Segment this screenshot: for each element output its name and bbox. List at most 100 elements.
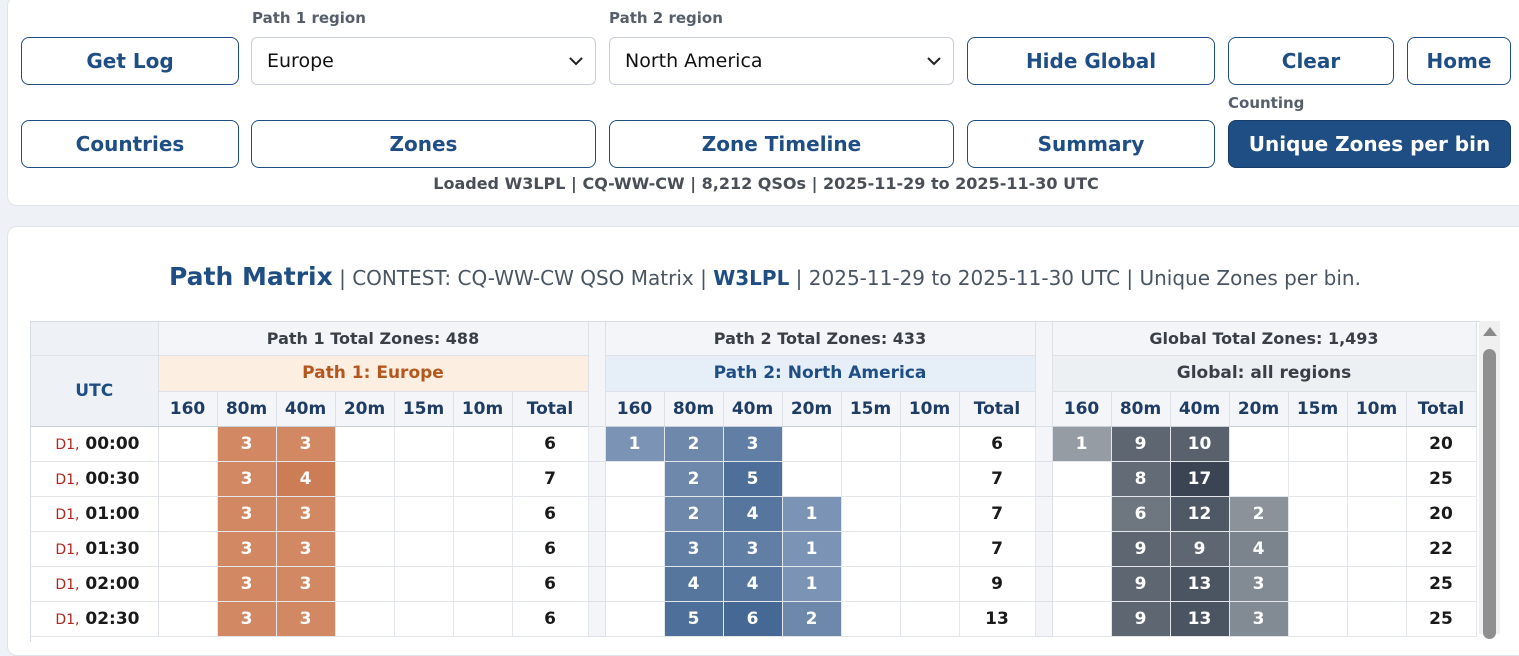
table-row: D1, 01:00 3 3 6 2 4 1 7 6 12 2 20 — [31, 496, 1477, 532]
p1-count-cell — [394, 496, 454, 532]
g-count-cell[interactable]: 9 — [1111, 426, 1171, 462]
g-count-cell[interactable]: 9 — [1111, 566, 1171, 602]
zone-timeline-button[interactable]: Zone Timeline — [609, 120, 954, 168]
g-count-cell[interactable]: 4 — [1229, 531, 1289, 567]
utc-day: D1, — [55, 576, 80, 593]
p2-count-cell[interactable]: 3 — [664, 531, 724, 567]
g-count-cell[interactable]: 9 — [1111, 531, 1171, 567]
p2-count-cell[interactable]: 3 — [723, 531, 783, 567]
path2-region-select[interactable]: North America — [609, 37, 954, 85]
p2-count-cell[interactable]: 5 — [664, 601, 724, 637]
hide-global-button[interactable]: Hide Global — [967, 37, 1215, 85]
path1-region-select[interactable]: Europe — [251, 37, 596, 85]
vertical-scrollbar[interactable] — [1479, 321, 1500, 639]
p2-count-cell[interactable]: 2 — [664, 426, 724, 462]
g-count-cell[interactable]: 13 — [1170, 601, 1230, 637]
p1-count-cell[interactable]: 3 — [217, 601, 277, 637]
g-count-cell[interactable]: 17 — [1170, 461, 1230, 497]
p2-count-cell[interactable]: 4 — [664, 566, 724, 602]
p2-count-cell[interactable]: 2 — [782, 601, 842, 637]
g-count-cell[interactable]: 1 — [1052, 426, 1112, 462]
p2-total-cell: 7 — [959, 496, 1036, 532]
group-gap — [1035, 461, 1053, 497]
p1-count-cell[interactable]: 3 — [276, 531, 336, 567]
p2-count-cell — [605, 531, 665, 567]
p2-count-cell — [841, 531, 901, 567]
p2-band-header: 160 — [605, 391, 665, 427]
utc-time: 01:30 — [85, 538, 140, 559]
g-count-cell[interactable]: 8 — [1111, 461, 1171, 497]
scrollbar-thumb[interactable] — [1483, 349, 1496, 639]
p1-count-cell[interactable]: 3 — [217, 461, 277, 497]
p2-count-cell[interactable]: 1 — [605, 426, 665, 462]
p2-count-cell[interactable]: 4 — [723, 566, 783, 602]
g-count-cell[interactable]: 2 — [1229, 496, 1289, 532]
unique-zones-per-bin-button[interactable]: Unique Zones per bin — [1228, 120, 1511, 168]
g-count-cell[interactable]: 6 — [1111, 496, 1171, 532]
p2-count-cell — [782, 426, 842, 462]
p1-count-cell[interactable]: 3 — [217, 566, 277, 602]
utc-time: 02:30 — [85, 608, 140, 629]
g-count-cell — [1347, 601, 1407, 637]
p2-count-cell[interactable]: 1 — [782, 566, 842, 602]
path2-region-value: North America — [625, 50, 763, 72]
g-count-cell[interactable]: 3 — [1229, 601, 1289, 637]
p2-count-cell[interactable]: 2 — [664, 461, 724, 497]
g-count-cell[interactable]: 13 — [1170, 566, 1230, 602]
zones-button[interactable]: Zones — [251, 120, 596, 168]
g-total-cell: 22 — [1406, 531, 1477, 567]
get-log-button[interactable]: Get Log — [21, 37, 239, 85]
g-count-cell[interactable]: 10 — [1170, 426, 1230, 462]
g-count-cell[interactable]: 3 — [1229, 566, 1289, 602]
group-gap — [588, 426, 606, 462]
g-total-cell: 25 — [1406, 601, 1477, 637]
p1-count-cell[interactable]: 3 — [276, 426, 336, 462]
p2-count-cell[interactable]: 2 — [664, 496, 724, 532]
p2-count-cell[interactable]: 4 — [723, 496, 783, 532]
g-count-cell — [1288, 531, 1348, 567]
g-count-cell — [1052, 461, 1112, 497]
p1-count-cell[interactable]: 3 — [276, 566, 336, 602]
p1-count-cell[interactable]: 3 — [217, 426, 277, 462]
group-gap — [1035, 426, 1053, 462]
g-band-header: 15m — [1288, 391, 1348, 427]
scroll-up-arrow-icon[interactable] — [1483, 327, 1497, 336]
p1-band-header: 160 — [158, 391, 218, 427]
p1-total-cell: 6 — [512, 566, 589, 602]
g-count-cell[interactable]: 9 — [1111, 601, 1171, 637]
clear-button[interactable]: Clear — [1228, 37, 1394, 85]
p2-count-cell — [900, 531, 960, 567]
g-count-cell[interactable]: 9 — [1170, 531, 1230, 567]
p1-count-cell[interactable]: 4 — [276, 461, 336, 497]
title-main: Path Matrix — [169, 262, 333, 291]
countries-button[interactable]: Countries — [21, 120, 239, 168]
summary-button[interactable]: Summary — [967, 120, 1215, 168]
p1-count-cell — [335, 461, 395, 497]
p2-total-cell: 13 — [959, 601, 1036, 637]
p1-band-header: Total — [512, 391, 589, 427]
home-button[interactable]: Home — [1407, 37, 1511, 85]
g-count-cell[interactable]: 12 — [1170, 496, 1230, 532]
path-matrix-table-wrapper[interactable]: Path 1 Total Zones: 488 Path 2 Total Zone… — [30, 321, 1480, 642]
p2-total-cell: 9 — [959, 566, 1036, 602]
p1-group-title: Path 1: Europe — [158, 355, 589, 392]
p1-count-cell[interactable]: 3 — [217, 496, 277, 532]
p1-count-cell — [158, 566, 218, 602]
group-gap — [588, 601, 606, 637]
p1-count-cell — [394, 531, 454, 567]
p2-count-cell[interactable]: 6 — [723, 601, 783, 637]
p1-count-cell[interactable]: 3 — [276, 496, 336, 532]
p2-count-cell[interactable]: 3 — [723, 426, 783, 462]
utc-time-cell: D1, 00:00 — [31, 426, 159, 462]
p1-count-cell[interactable]: 3 — [217, 531, 277, 567]
p2-count-cell[interactable]: 1 — [782, 531, 842, 567]
utc-time-cell: D1, 02:30 — [31, 601, 159, 637]
p1-count-cell[interactable]: 3 — [276, 601, 336, 637]
p2-count-cell[interactable]: 1 — [782, 496, 842, 532]
g-total-cell: 20 — [1406, 426, 1477, 462]
p2-count-cell[interactable]: 5 — [723, 461, 783, 497]
g-count-cell — [1288, 426, 1348, 462]
counting-label: Counting — [1228, 94, 1305, 112]
group-gap — [588, 531, 606, 567]
utc-time-cell: D1, 01:30 — [31, 531, 159, 567]
